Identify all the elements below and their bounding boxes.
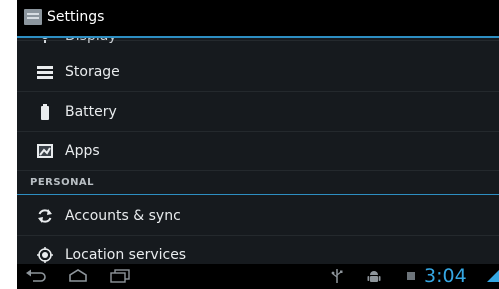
- app-title: Settings: [47, 9, 105, 25]
- section-header-label: PERSONAL: [30, 177, 95, 188]
- storage-icon: [37, 66, 53, 79]
- list-item-location-services[interactable]: Location services: [17, 236, 499, 264]
- apps-icon: [37, 144, 53, 158]
- list-item-accounts-sync[interactable]: Accounts & sync: [17, 197, 499, 236]
- usb-icon[interactable]: [330, 269, 344, 283]
- list-item-battery[interactable]: Battery: [17, 93, 499, 132]
- list-item-label: Battery: [65, 104, 117, 120]
- wifi-signal-icon[interactable]: [487, 270, 499, 282]
- clock[interactable]: 3:04: [424, 265, 467, 287]
- list-item-label: Apps: [65, 143, 100, 159]
- system-bar: 3:04: [17, 264, 499, 289]
- list-item-label: Accounts & sync: [65, 208, 181, 224]
- list-item-label: Location services: [65, 247, 187, 263]
- sync-icon: [38, 209, 52, 223]
- section-header-personal: PERSONAL: [17, 174, 499, 195]
- list-item-storage[interactable]: Storage: [17, 53, 499, 92]
- recent-apps-icon[interactable]: [109, 269, 131, 283]
- back-icon[interactable]: [25, 269, 47, 283]
- settings-app-icon[interactable]: [24, 9, 42, 25]
- android-debug-icon[interactable]: [367, 269, 381, 283]
- battery-icon: [41, 104, 49, 120]
- android-screen: Display Storage Battery Apps: [17, 0, 499, 289]
- sd-card-icon[interactable]: [404, 269, 418, 283]
- list-item-label: Storage: [65, 64, 120, 80]
- location-icon: [37, 247, 53, 263]
- action-bar: Settings: [17, 0, 499, 38]
- list-item-apps[interactable]: Apps: [17, 132, 499, 171]
- home-icon[interactable]: [67, 269, 89, 283]
